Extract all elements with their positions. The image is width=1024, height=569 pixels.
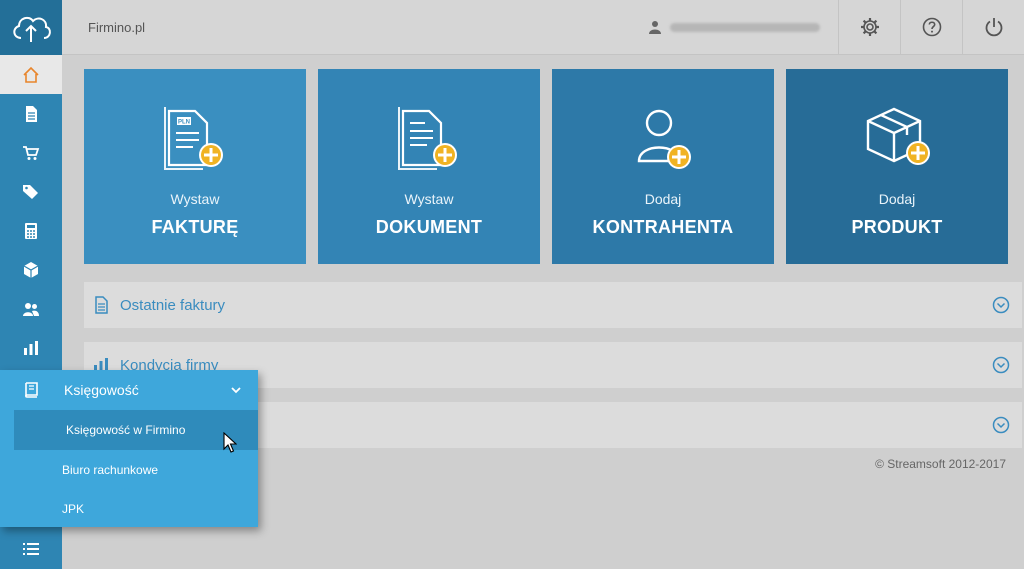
calculator-icon bbox=[25, 222, 37, 239]
cloud-upload-logo[interactable] bbox=[0, 0, 62, 55]
tile-small-label: Dodaj bbox=[644, 191, 682, 207]
document-add-icon bbox=[398, 107, 457, 170]
panel-recent-invoices[interactable]: Ostatnie faktury bbox=[84, 282, 1022, 328]
top-header: Firmino.pl bbox=[62, 0, 1024, 55]
book-icon bbox=[25, 382, 38, 398]
menu-item-accounting-in-firmino[interactable]: Księgowość w Firmino bbox=[14, 410, 258, 450]
settings-button[interactable] bbox=[838, 0, 900, 55]
document-icon bbox=[95, 296, 108, 314]
sidebar-item-list[interactable] bbox=[0, 529, 62, 569]
list-icon bbox=[23, 543, 39, 555]
tile-add-product[interactable]: Dodaj PRODUKT bbox=[786, 69, 1008, 264]
tile-big-label: KONTRAHENTA bbox=[592, 217, 734, 237]
box-icon bbox=[23, 261, 39, 278]
cart-icon bbox=[23, 145, 40, 160]
pln-label: PLN bbox=[178, 120, 190, 126]
invoice-add-icon: PLN bbox=[164, 107, 223, 170]
user-email-blurred bbox=[670, 22, 820, 32]
user-account[interactable] bbox=[648, 20, 820, 34]
accounting-flyout-menu: Księgowość Księgowość w Firmino Biuro ra… bbox=[0, 370, 258, 527]
tile-add-contractor[interactable]: Dodaj KONTRAHENTA bbox=[552, 69, 774, 264]
help-icon bbox=[922, 17, 941, 37]
tile-big-label: DOKUMENT bbox=[375, 217, 483, 237]
users-icon bbox=[23, 302, 39, 316]
document-icon bbox=[26, 105, 37, 122]
tile-small-label: Wystaw bbox=[170, 191, 220, 207]
tile-issue-document[interactable]: Wystaw DOKUMENT bbox=[318, 69, 540, 264]
sidebar-item-products[interactable] bbox=[0, 250, 62, 289]
tile-issue-invoice[interactable]: PLN Wystaw FAKTURĘ bbox=[84, 69, 306, 264]
quick-action-tiles: PLN Wystaw FAKTURĘ Wystaw DOKUMENT Dodaj… bbox=[84, 69, 1008, 264]
panel-title: Ostatnie faktury bbox=[120, 296, 226, 314]
mouse-cursor-icon bbox=[223, 432, 237, 453]
chevron-down-circle-icon[interactable] bbox=[992, 356, 1010, 374]
product-box-add-icon bbox=[866, 107, 930, 165]
sidebar-item-calculator[interactable] bbox=[0, 211, 62, 250]
user-icon bbox=[649, 21, 661, 34]
flyout-header-accounting[interactable]: Księgowość bbox=[0, 370, 258, 410]
sidebar-item-home[interactable] bbox=[0, 55, 62, 94]
gear-icon bbox=[860, 18, 879, 36]
sidebar-item-tags[interactable] bbox=[0, 172, 62, 211]
chevron-down-circle-icon[interactable] bbox=[992, 416, 1010, 434]
flyout-title: Księgowość bbox=[64, 382, 139, 398]
tags-icon bbox=[23, 184, 38, 199]
bar-chart-icon bbox=[24, 340, 38, 355]
person-add-icon bbox=[637, 109, 691, 169]
tile-big-label: FAKTURĘ bbox=[151, 217, 239, 237]
sidebar-item-reports[interactable] bbox=[0, 328, 62, 367]
chevron-down-icon bbox=[231, 387, 241, 394]
tile-big-label: PRODUKT bbox=[851, 217, 943, 237]
menu-item-jpk[interactable]: JPK bbox=[0, 489, 258, 528]
chevron-down-circle-icon[interactable] bbox=[992, 296, 1010, 314]
tile-small-label: Wystaw bbox=[404, 191, 454, 207]
brand-name: Firmino.pl bbox=[88, 19, 146, 35]
home-icon bbox=[23, 66, 39, 83]
sidebar-item-cart[interactable] bbox=[0, 133, 62, 172]
cloud-upload-icon bbox=[13, 16, 51, 42]
sidebar-item-documents[interactable] bbox=[0, 94, 62, 133]
tile-small-label: Dodaj bbox=[878, 191, 916, 207]
copyright-footer: © Streamsoft 2012-2017 bbox=[875, 457, 1006, 471]
help-button[interactable] bbox=[900, 0, 962, 55]
menu-item-accounting-office[interactable]: Biuro rachunkowe bbox=[0, 450, 258, 489]
power-icon bbox=[985, 18, 1002, 37]
sidebar-item-contractors[interactable] bbox=[0, 289, 62, 328]
logout-button[interactable] bbox=[962, 0, 1024, 55]
